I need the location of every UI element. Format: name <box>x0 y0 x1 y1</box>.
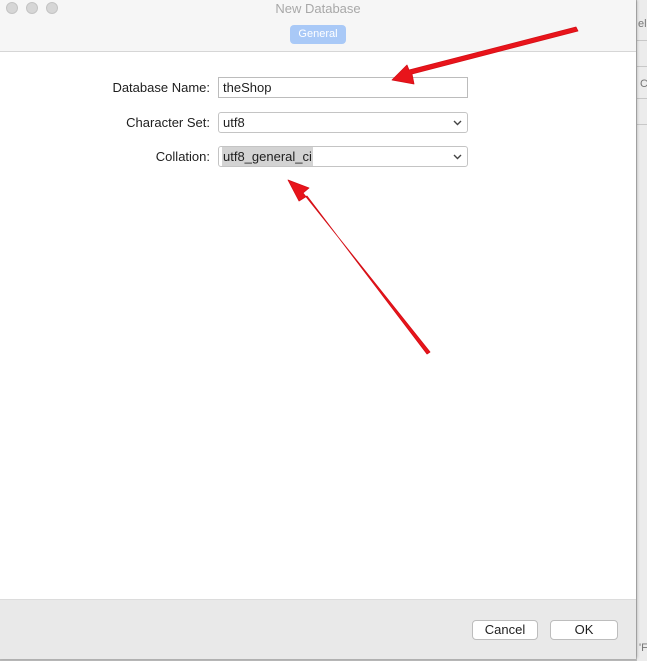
background-window-text: 'F <box>639 642 647 654</box>
background-divider <box>637 124 647 125</box>
background-divider <box>637 66 647 67</box>
character-set-select[interactable]: utf8 <box>218 112 468 133</box>
new-database-dialog: New Database General Database Name: theS… <box>0 0 636 659</box>
dialog-footer: Cancel OK <box>0 599 636 659</box>
ok-button[interactable]: OK <box>550 620 618 640</box>
background-window-text: C <box>640 78 647 90</box>
collation-value: utf8_general_ci <box>222 147 313 166</box>
database-name-label: Database Name: <box>112 80 210 95</box>
background-window-text: el <box>638 18 647 30</box>
chevron-down-icon <box>453 154 462 160</box>
cancel-button[interactable]: Cancel <box>472 620 538 640</box>
title-bar: New Database General <box>0 0 636 52</box>
database-name-input[interactable]: theShop <box>218 77 468 98</box>
character-set-label: Character Set: <box>126 115 210 130</box>
window-title: New Database <box>275 1 361 16</box>
character-set-value: utf8 <box>223 115 245 130</box>
collation-label: Collation: <box>155 149 210 164</box>
collation-select[interactable]: utf8_general_ci <box>218 146 468 167</box>
background-divider <box>637 98 647 99</box>
tab-general[interactable]: General <box>290 25 346 44</box>
background-divider <box>637 40 647 41</box>
background-window: el C 'F <box>636 0 647 661</box>
chevron-down-icon <box>453 120 462 126</box>
screen: el C 'F New Database General Database Na… <box>0 0 647 661</box>
